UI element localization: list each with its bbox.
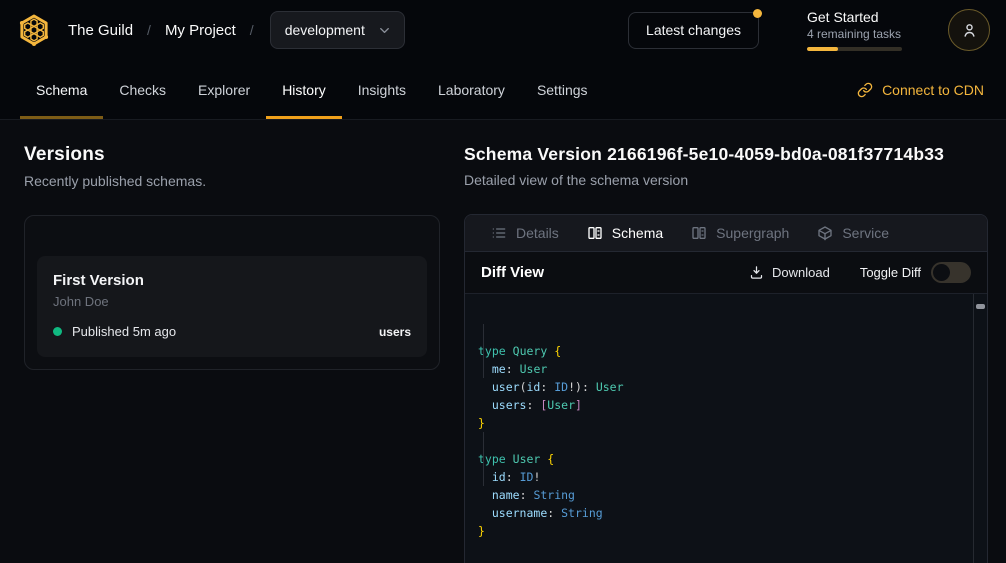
- person-icon: [960, 21, 979, 40]
- version-detail-subtitle: Detailed view of the schema version: [464, 172, 988, 188]
- tab-settings[interactable]: Settings: [521, 60, 604, 119]
- top-header: The Guild / My Project / development Lat…: [0, 0, 1006, 60]
- org-breadcrumb[interactable]: The Guild: [68, 22, 133, 39]
- main-nav: Schema Checks Explorer History Insights …: [0, 60, 1006, 120]
- diff-toggle-knob: [933, 264, 950, 281]
- detail-tab-label: Service: [842, 225, 889, 241]
- version-detail-panel: Schema Version 2166196f-5e10-4059-bd0a-0…: [464, 144, 988, 563]
- connect-to-cdn-link[interactable]: Connect to CDN: [855, 60, 986, 119]
- detail-tab-service[interactable]: Service: [803, 215, 903, 251]
- target-selector-value: development: [285, 22, 365, 38]
- version-service-badge: users: [379, 325, 411, 339]
- tab-schema[interactable]: Schema: [20, 60, 103, 119]
- detail-tab-label: Details: [516, 225, 559, 241]
- notification-dot: [753, 9, 762, 18]
- detail-tab-schema[interactable]: Schema: [573, 215, 677, 251]
- tab-explorer[interactable]: Explorer: [182, 60, 266, 119]
- version-author: John Doe: [53, 294, 411, 309]
- detail-tab-supergraph[interactable]: Supergraph: [677, 215, 803, 251]
- schema-view-panel: Details Schema Sup: [464, 214, 988, 563]
- latest-changes-button[interactable]: Latest changes: [628, 12, 759, 49]
- get-started-title: Get Started: [807, 9, 902, 25]
- diff-view-title: Diff View: [481, 264, 544, 281]
- code-scrollbar[interactable]: [973, 294, 987, 563]
- columns-icon: [587, 225, 603, 241]
- versions-title: Versions: [24, 144, 440, 166]
- version-meta-row: Published 5m ago users: [53, 324, 411, 339]
- user-avatar[interactable]: [948, 9, 990, 51]
- version-detail-title: Schema Version 2166196f-5e10-4059-bd0a-0…: [464, 144, 988, 165]
- published-status-dot: [53, 327, 62, 336]
- get-started-progress-fill: [807, 47, 838, 51]
- versions-card: First Version John Doe Published 5m ago …: [24, 215, 440, 370]
- main-content: Versions Recently published schemas. Fir…: [0, 120, 1006, 563]
- target-selector[interactable]: development: [270, 11, 405, 49]
- indent-guide: [483, 324, 484, 378]
- download-button[interactable]: Download: [749, 265, 830, 280]
- project-breadcrumb[interactable]: My Project: [165, 22, 236, 39]
- box-icon: [817, 225, 833, 241]
- toggle-diff-label: Toggle Diff: [860, 265, 921, 280]
- code-scrollbar-thumb[interactable]: [976, 304, 985, 309]
- detail-tab-label: Supergraph: [716, 225, 789, 241]
- diff-toggle[interactable]: [931, 262, 971, 283]
- list-icon: [491, 225, 507, 241]
- download-icon: [749, 265, 764, 280]
- nav-spacer: [604, 60, 856, 119]
- get-started-widget[interactable]: Get Started 4 remaining tasks: [807, 9, 902, 51]
- schema-code-viewer: type Query { me: User user(id: ID!): Use…: [465, 294, 987, 563]
- hive-logo-icon[interactable]: [16, 12, 52, 48]
- versions-panel: Versions Recently published schemas. Fir…: [24, 144, 440, 563]
- versions-subtitle: Recently published schemas.: [24, 173, 440, 189]
- breadcrumb-separator: /: [147, 22, 151, 38]
- tab-checks[interactable]: Checks: [103, 60, 182, 119]
- indent-guide: [483, 432, 484, 486]
- get-started-subtitle: 4 remaining tasks: [807, 27, 902, 41]
- version-status: Published 5m ago: [72, 324, 176, 339]
- tab-history[interactable]: History: [266, 60, 342, 119]
- download-label: Download: [772, 265, 830, 280]
- code-content: type Query { me: User user(id: ID!): Use…: [478, 342, 967, 540]
- tab-laboratory[interactable]: Laboratory: [422, 60, 521, 119]
- version-name: First Version: [53, 272, 411, 289]
- latest-changes-label: Latest changes: [646, 22, 741, 38]
- version-list-item[interactable]: First Version John Doe Published 5m ago …: [37, 256, 427, 357]
- link-icon: [857, 82, 873, 98]
- get-started-progress: [807, 47, 902, 51]
- detail-tab-bar: Details Schema Sup: [465, 215, 987, 252]
- diff-actions: Download Toggle Diff: [749, 262, 971, 283]
- detail-tab-details[interactable]: Details: [477, 215, 573, 251]
- tab-insights[interactable]: Insights: [342, 60, 422, 119]
- diff-view-bar: Diff View Download Toggle Diff: [465, 252, 987, 294]
- columns-icon: [691, 225, 707, 241]
- connect-to-cdn-label: Connect to CDN: [882, 82, 984, 98]
- chevron-down-icon: [377, 23, 392, 38]
- detail-tab-label: Schema: [612, 225, 663, 241]
- breadcrumb-separator: /: [250, 22, 254, 38]
